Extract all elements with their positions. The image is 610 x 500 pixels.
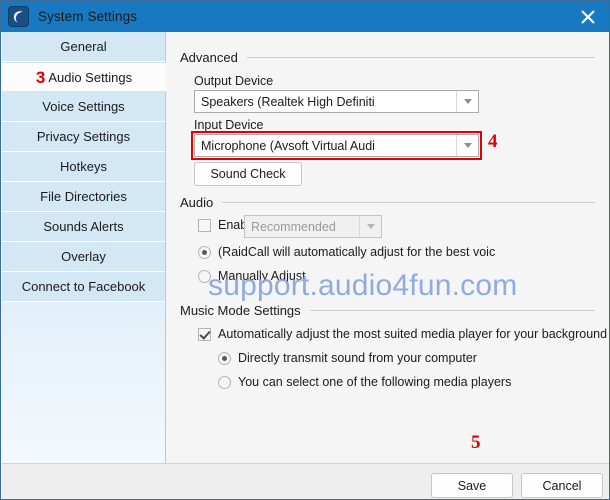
chevron-down-icon[interactable] xyxy=(456,135,478,156)
direct-transmit-radio-row[interactable]: Directly transmit sound from your comput… xyxy=(218,351,477,365)
sound-check-button[interactable]: Sound Check xyxy=(194,162,302,186)
recommended-select[interactable]: Recommended xyxy=(244,215,382,238)
sidebar-item-hotkeys[interactable]: Hotkeys xyxy=(2,152,165,182)
step-marker-3: 3 xyxy=(35,68,46,87)
auto-adjust-radio-row[interactable]: (RaidCall will automatically adjust for … xyxy=(198,245,495,259)
sidebar-item-label: Connect to Facebook xyxy=(21,279,146,294)
output-device-label: Output Device xyxy=(194,74,274,88)
sidebar-item-privacy-settings[interactable]: Privacy Settings xyxy=(2,122,165,152)
auto-media-player-checkbox[interactable] xyxy=(198,327,211,341)
section-divider xyxy=(246,57,595,58)
system-settings-window: System Settings General 3 Audio Settings … xyxy=(0,0,610,500)
sidebar-item-file-directories[interactable]: File Directories xyxy=(2,182,165,212)
chevron-down-icon[interactable] xyxy=(456,91,478,112)
raidcall-logo-icon xyxy=(8,6,29,27)
section-header-advanced: Advanced xyxy=(180,50,595,65)
sidebar-item-audio-settings[interactable]: 3 Audio Settings xyxy=(2,62,166,92)
direct-transmit-radio[interactable] xyxy=(218,351,231,365)
section-header-audio: Audio xyxy=(180,195,595,210)
close-button[interactable] xyxy=(565,1,609,32)
manual-adjust-label: Manually Adjust xyxy=(218,269,306,283)
auto-adjust-label: (RaidCall will automatically adjust for … xyxy=(218,245,496,259)
step-marker-5: 5 xyxy=(471,432,481,453)
titlebar: System Settings xyxy=(1,1,609,32)
save-button[interactable]: Save xyxy=(431,473,513,498)
chevron-down-icon[interactable] xyxy=(359,216,381,237)
sidebar-item-voice-settings[interactable]: Voice Settings xyxy=(2,92,165,122)
close-icon xyxy=(581,10,595,23)
section-title: Audio xyxy=(180,195,214,210)
select-media-player-radio-row[interactable]: You can select one of the following medi… xyxy=(218,375,511,389)
sidebar-item-label: File Directories xyxy=(40,189,127,204)
enable-recommended-checkbox[interactable] xyxy=(198,218,211,232)
sidebar-item-label: Sounds Alerts xyxy=(43,219,124,234)
section-title: Advanced xyxy=(180,50,238,65)
output-device-value: Speakers (Realtek High Definiti xyxy=(201,94,375,109)
audio-settings-panel: Advanced Output Device Speakers (Realtek… xyxy=(166,32,609,463)
sidebar-item-label: Voice Settings xyxy=(42,99,125,114)
auto-media-player-label: Automatically adjust the most suited med… xyxy=(218,327,608,341)
input-device-value: Microphone (Avsoft Virtual Audi xyxy=(201,138,375,153)
footer-bar: Save Cancel xyxy=(2,463,609,499)
section-divider xyxy=(309,310,595,311)
section-title: Music Mode Settings xyxy=(180,303,301,318)
sidebar-item-label: Overlay xyxy=(61,249,106,264)
auto-media-player-checkbox-row[interactable]: Automatically adjust the most suited med… xyxy=(198,327,607,341)
sidebar-item-overlay[interactable]: Overlay xyxy=(2,242,165,272)
direct-transmit-label: Directly transmit sound from your comput… xyxy=(238,351,477,365)
sidebar-item-label: Hotkeys xyxy=(60,159,107,174)
cancel-button[interactable]: Cancel xyxy=(521,473,603,498)
sidebar-item-connect-to-facebook[interactable]: Connect to Facebook xyxy=(2,272,165,302)
manual-adjust-radio-row[interactable]: Manually Adjust xyxy=(198,269,306,283)
sidebar: General 3 Audio Settings Voice Settings P… xyxy=(2,32,166,463)
recommended-value: Recommended xyxy=(251,219,336,234)
sidebar-item-label: Audio Settings xyxy=(48,70,133,85)
sidebar-item-general[interactable]: General xyxy=(2,32,165,62)
output-device-select[interactable]: Speakers (Realtek High Definiti xyxy=(194,90,479,113)
auto-adjust-radio[interactable] xyxy=(198,245,211,259)
input-device-select[interactable]: Microphone (Avsoft Virtual Audi xyxy=(194,134,479,157)
step-marker-4: 4 xyxy=(488,131,498,152)
logo-swoosh-icon xyxy=(13,11,23,23)
section-divider xyxy=(222,202,595,203)
sidebar-item-label: Privacy Settings xyxy=(36,129,131,144)
input-device-label: Input Device xyxy=(194,118,264,132)
select-media-player-label: You can select one of the following medi… xyxy=(238,375,512,389)
select-media-player-radio[interactable] xyxy=(218,375,231,389)
window-title: System Settings xyxy=(38,9,138,24)
sidebar-item-label: General xyxy=(60,39,107,54)
section-header-music-mode: Music Mode Settings xyxy=(180,303,595,318)
manual-adjust-radio[interactable] xyxy=(198,269,211,283)
sidebar-item-sounds-alerts[interactable]: Sounds Alerts xyxy=(2,212,165,242)
